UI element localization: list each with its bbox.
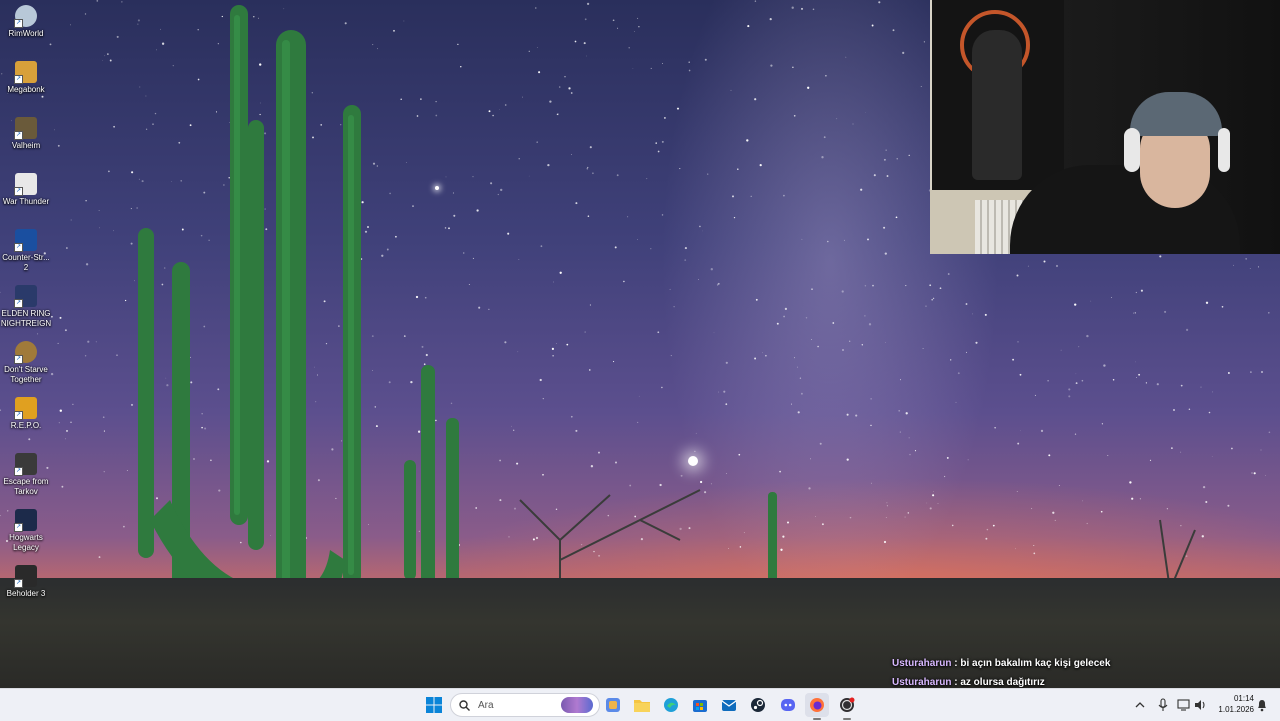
taskbar-widgets[interactable]: [601, 693, 625, 717]
folder-icon: [633, 697, 651, 713]
obs-icon: [839, 697, 855, 713]
desktop-icon-dont-starve-together[interactable]: ↗ Don't Starve Together: [0, 336, 52, 385]
chat-message: Usturaharun : bi açın bakalım kaç kişi g…: [892, 654, 1110, 673]
chat-text: bi açın bakalım kaç kişi gelecek: [960, 658, 1110, 669]
chat-overlay: Usturaharun : bi açın bakalım kaç kişi g…: [892, 654, 1110, 692]
taskbar-file-explorer[interactable]: [630, 693, 654, 717]
desktop-icon-beholder-3[interactable]: ↗ Beholder 3: [0, 560, 52, 599]
tray-overflow-button[interactable]: [1134, 689, 1146, 721]
chat-text: az olursa dağıtırız: [960, 677, 1044, 688]
tarkov-icon: ↗: [15, 453, 37, 475]
desktop-icon-rimworld[interactable]: ↗ RimWorld: [0, 0, 52, 39]
start-button[interactable]: [422, 693, 446, 717]
tray-volume[interactable]: [1194, 689, 1208, 721]
bell-icon: [1256, 698, 1268, 712]
microphone-icon: [1157, 698, 1169, 712]
valheim-icon: ↗: [15, 117, 37, 139]
taskbar-firefox[interactable]: [805, 693, 829, 717]
network-icon: [1177, 699, 1191, 711]
taskbar-discord[interactable]: [776, 693, 800, 717]
webcam-overlay: [930, 0, 1280, 254]
discord-icon: [780, 697, 796, 713]
notifications-button[interactable]: [1256, 689, 1268, 721]
chevron-up-icon: [1134, 699, 1146, 711]
desktop-icon-valheim[interactable]: ↗ Valheim: [0, 112, 52, 151]
taskbar-store[interactable]: [688, 693, 712, 717]
repo-icon: ↗: [15, 397, 37, 419]
search-placeholder: Ara: [478, 700, 494, 711]
desktop-icon-repo[interactable]: ↗ R.E.P.O.: [0, 392, 52, 431]
chat-username: Usturaharun: [892, 658, 951, 669]
desktop-icon-counter-strike-2[interactable]: ↗ Counter-Str... 2: [0, 224, 52, 273]
hogwarts-icon: ↗: [15, 509, 37, 531]
tray-microphone[interactable]: [1157, 689, 1169, 721]
edge-icon: [663, 697, 679, 713]
taskbar-search[interactable]: Ara: [450, 693, 600, 717]
beholder-icon: ↗: [15, 565, 37, 587]
clock-date: 1.01.2026: [1214, 704, 1254, 715]
taskbar-steam[interactable]: [746, 693, 770, 717]
windows-logo-icon: [426, 697, 442, 713]
elden-ring-icon: ↗: [15, 285, 37, 307]
desktop-icon-elden-ring-nightreign[interactable]: ↗ ELDEN RING NIGHTREIGN: [0, 280, 52, 329]
search-icon: [459, 700, 470, 711]
desktop-icon-war-thunder[interactable]: ↗ War Thunder: [0, 168, 52, 207]
firefox-icon: [809, 697, 825, 713]
chat-username: Usturaharun: [892, 677, 951, 688]
taskbar-outlook[interactable]: [717, 693, 741, 717]
desktop-icon-megabonk[interactable]: ↗ Megabonk: [0, 56, 52, 95]
taskbar: Ara 01:14 1.01.2026: [0, 688, 1280, 721]
taskbar-clock[interactable]: 01:14 1.01.2026: [1214, 693, 1254, 715]
megabonk-icon: ↗: [15, 61, 37, 83]
mail-icon: [721, 697, 737, 713]
desktop-icon-hogwarts-legacy[interactable]: ↗ Hogwarts Legacy: [0, 504, 52, 553]
taskbar-edge[interactable]: [659, 693, 683, 717]
steam-icon: [750, 697, 766, 713]
store-icon: [692, 697, 708, 713]
counter-strike-icon: ↗: [15, 229, 37, 251]
tray-network[interactable]: [1177, 689, 1191, 721]
speaker-icon: [1194, 699, 1208, 711]
widgets-icon: [605, 697, 621, 713]
taskbar-obs[interactable]: [835, 693, 859, 717]
rimworld-icon: ↗: [15, 5, 37, 27]
desktop-icon-escape-from-tarkov[interactable]: ↗ Escape from Tarkov: [0, 448, 52, 497]
search-highlight-image: [561, 697, 593, 713]
dont-starve-icon: ↗: [15, 341, 37, 363]
streamer: [1010, 80, 1230, 254]
war-thunder-icon: ↗: [15, 173, 37, 195]
clock-time: 01:14: [1214, 693, 1254, 704]
